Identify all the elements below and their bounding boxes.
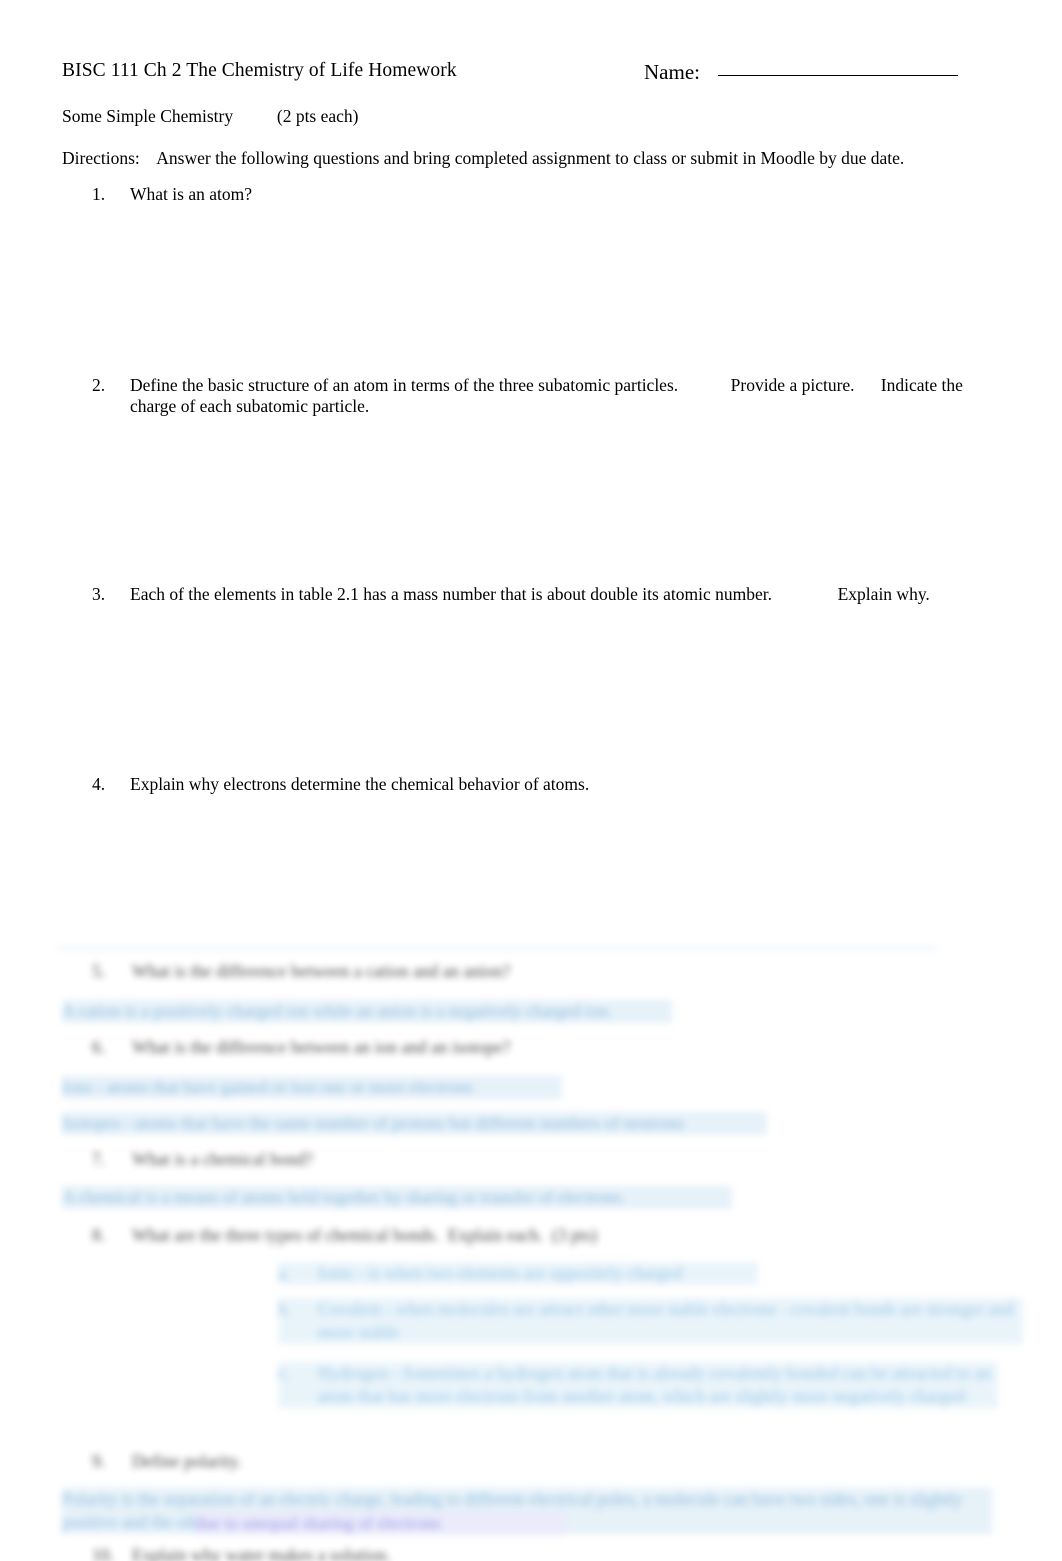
obscured-line-number: 9. xyxy=(92,1451,106,1471)
obscured-line: 5. What is the difference between a catio… xyxy=(92,960,652,983)
obscured-line-text: Hydrogen - Sometimes a hydrogen atom tha… xyxy=(318,1363,996,1406)
obscured-line: Isotopes - atoms that have the same numb… xyxy=(62,1112,767,1135)
obscured-line: b. Covalent - when molecules are attract … xyxy=(278,1298,1023,1344)
obscured-line-text: What is the difference between an ion an… xyxy=(132,1037,511,1057)
question-text: Each of the elements in table 2.1 has a … xyxy=(130,584,930,604)
obscured-line-number: 7. xyxy=(92,1149,106,1169)
obscured-line-text: Define polarity. xyxy=(132,1451,242,1471)
name-field-group: Name: xyxy=(644,60,958,85)
obscured-content: 5. What is the difference between a catio… xyxy=(0,942,1062,1561)
question-item-3: 3. Each of the elements in table 2.1 has… xyxy=(92,584,992,605)
obscured-line: A cation is a positively charged ion whi… xyxy=(62,1000,672,1023)
worksheet-obscured-section: 5. What is the difference between a catio… xyxy=(0,942,1062,1561)
name-input-rule[interactable] xyxy=(717,75,958,76)
question-item-1: 1. What is an atom? xyxy=(92,184,992,205)
worksheet-top-section: BISC 111 Ch 2 The Chemistry of Life Home… xyxy=(0,0,1062,946)
obscured-line: 9. Define polarity. xyxy=(92,1450,332,1473)
obscured-line-text: Explain why water makes a solution. xyxy=(132,1545,391,1561)
obscured-line-text: A cation is a positively charged ion whi… xyxy=(62,1001,612,1021)
question-text: Explain why electrons determine the chem… xyxy=(130,774,590,794)
obscured-line-text: Ions - atoms that have gained or lost on… xyxy=(62,1077,473,1097)
question-item-2: 2. Define the basic structure of an atom… xyxy=(92,375,992,417)
obscured-line: 8. What are the three types of chemical b… xyxy=(92,1224,652,1247)
question-item-4: 4. Explain why electrons determine the c… xyxy=(92,774,992,795)
obscured-line-number: b. xyxy=(278,1299,292,1319)
question-number: 3. xyxy=(92,584,106,604)
obscured-line-number: 8. xyxy=(92,1225,106,1245)
question-number: 1. xyxy=(92,184,106,204)
obscured-line-number: 6. xyxy=(92,1037,106,1057)
question-number: 4. xyxy=(92,774,106,794)
obscured-line-text: due to unequal sharing of electrons xyxy=(195,1513,441,1533)
obscured-line-number: 10. xyxy=(92,1545,114,1561)
question-text: Define the basic structure of an atom in… xyxy=(130,375,968,416)
obscured-line: 7. What is a chemical bond? xyxy=(92,1148,392,1171)
obscured-line-number: a. xyxy=(278,1263,291,1283)
section-subheading: Some Simple Chemistry (2 pts each) xyxy=(62,106,359,126)
obscured-line: A chemical is a means of atoms held toge… xyxy=(62,1186,732,1209)
obscured-line-number: 5. xyxy=(92,961,106,981)
obscured-line-text: What is a chemical bond? xyxy=(132,1149,313,1169)
obscured-line: 6. What is the difference between an ion … xyxy=(92,1036,642,1059)
obscured-line-text: Covalent - when molecules are attract ot… xyxy=(318,1299,1018,1342)
question-number: 2. xyxy=(92,375,106,395)
obscured-line-text: A chemical is a means of atoms held toge… xyxy=(62,1187,626,1207)
obscured-line-text: What is the difference between a cation … xyxy=(132,961,511,981)
obscured-line: a. Ionic - is when two elements are oppos… xyxy=(278,1262,758,1285)
obscured-line-text: What are the three types of chemical bon… xyxy=(132,1225,598,1245)
obscured-line: due to unequal sharing of electrons xyxy=(195,1512,565,1535)
obscured-line: Ions - atoms that have gained or lost on… xyxy=(62,1076,562,1099)
obscured-line-text: Ionic - is when two elements are opposit… xyxy=(318,1263,683,1283)
name-label: Name: xyxy=(644,60,700,84)
question-text: What is an atom? xyxy=(130,184,252,204)
obscured-line-text: Isotopes - atoms that have the same numb… xyxy=(62,1113,684,1133)
obscured-line-number: c. xyxy=(278,1363,291,1383)
worksheet-page: BISC 111 Ch 2 The Chemistry of Life Home… xyxy=(0,0,1062,1561)
document-header: BISC 111 Ch 2 The Chemistry of Life Home… xyxy=(62,60,1002,85)
directions-text: Directions: Answer the following questio… xyxy=(62,148,905,168)
obscured-line: c. Hydrogen - Sometimes a hydrogen atom t… xyxy=(278,1362,998,1408)
obscured-line: 10. Explain why water makes a solution. xyxy=(92,1544,512,1561)
obscured-top-band xyxy=(58,947,938,950)
page-title: BISC 111 Ch 2 The Chemistry of Life Home… xyxy=(62,60,457,81)
